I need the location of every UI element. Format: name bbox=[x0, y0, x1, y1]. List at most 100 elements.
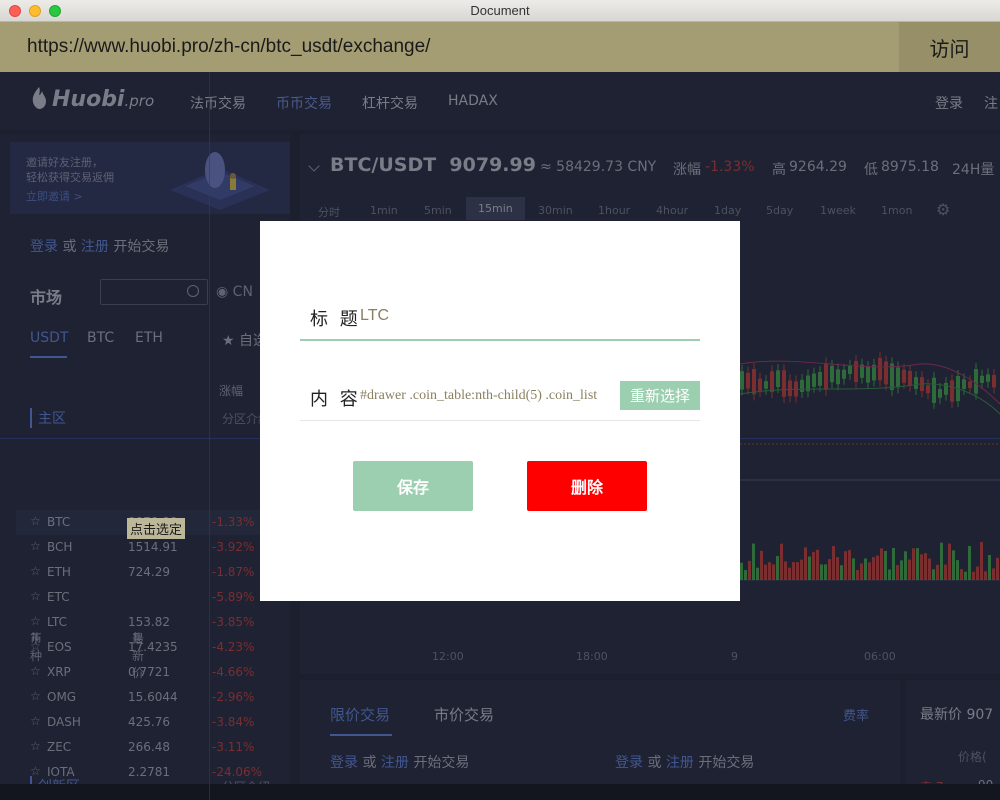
candle-body bbox=[758, 378, 762, 391]
coin-row-ltc[interactable]: ☆ LTC 153.82 -3.85% bbox=[16, 610, 290, 635]
buy-login-prompt: 登录 或 注册 开始交易 bbox=[330, 752, 469, 772]
fee-rate-link[interactable]: 费率 bbox=[843, 705, 869, 724]
candle-body bbox=[746, 372, 750, 389]
coin-name: ZEC bbox=[47, 740, 72, 754]
banner-invite-link[interactable]: 立即邀请 > bbox=[26, 188, 83, 204]
buy-or-text: 或 bbox=[362, 755, 377, 771]
volume-bar bbox=[904, 551, 907, 580]
interval-tab-1min[interactable]: 1min bbox=[370, 204, 398, 217]
cny-toggle[interactable]: ◉ CN bbox=[216, 284, 253, 300]
market-search-input[interactable] bbox=[100, 279, 208, 305]
sell-login-link[interactable]: 登录 bbox=[615, 755, 643, 771]
candle-body bbox=[950, 380, 954, 402]
favorite-star-icon[interactable]: ☆ bbox=[30, 739, 41, 753]
candle-body bbox=[824, 363, 828, 390]
content-field-value[interactable]: #drawer .coin_table:nth-child(5) .coin_l… bbox=[360, 388, 622, 404]
coin-change: -1.33% bbox=[212, 515, 255, 529]
select-tag-overlay[interactable]: 点击选定 bbox=[127, 518, 186, 539]
coin-row-eth[interactable]: ☆ ETH 724.29 -1.87% bbox=[16, 560, 290, 585]
coin-row-etc[interactable]: ☆ ETC -5.89% bbox=[16, 585, 290, 610]
favorite-star-icon[interactable]: ☆ bbox=[30, 639, 41, 653]
favorite-star-icon[interactable]: ☆ bbox=[30, 614, 41, 628]
nav-item-hadax[interactable]: HADAX bbox=[448, 93, 498, 109]
nav-register-link[interactable]: 注 bbox=[984, 93, 998, 113]
interval-tab-1week[interactable]: 1week bbox=[820, 204, 856, 217]
banner-illustration bbox=[170, 152, 270, 210]
favorite-star-icon[interactable]: ☆ bbox=[30, 564, 41, 578]
sell-start-text: 开始交易 bbox=[698, 755, 755, 771]
coin-price: 266.48 bbox=[128, 740, 170, 754]
address-bar: https://www.huobi.pro/zh-cn/btc_usdt/exc… bbox=[0, 22, 1000, 72]
ticker-high: 9264.29 bbox=[789, 159, 847, 175]
tab-limit-order[interactable]: 限价交易 bbox=[330, 704, 390, 725]
favorite-star-icon[interactable]: ☆ bbox=[30, 589, 41, 603]
save-button[interactable]: 保存 bbox=[353, 461, 473, 511]
tab-market-order[interactable]: 市价交易 bbox=[434, 704, 494, 725]
nav-item-margin[interactable]: 杠杆交易 bbox=[362, 93, 418, 113]
coin-row-omg[interactable]: ☆ OMG 15.6044 -2.96% bbox=[16, 685, 290, 710]
ticker-change: -1.33% bbox=[705, 159, 755, 175]
favorite-star-icon[interactable]: ☆ bbox=[30, 689, 41, 703]
coin-row-xrp[interactable]: ☆ XRP 0.7721 -4.66% bbox=[16, 660, 290, 685]
col-change-header[interactable]: 涨幅 bbox=[219, 382, 243, 399]
volume-bar bbox=[960, 569, 963, 580]
interval-tab-15min[interactable]: 15min bbox=[466, 197, 525, 220]
candle-body bbox=[866, 366, 870, 383]
ticker-cny: ≈ 58429.73 CNY bbox=[540, 159, 657, 175]
volume-bar bbox=[812, 551, 815, 580]
market-login-link[interactable]: 登录 bbox=[30, 239, 58, 255]
buy-register-link[interactable]: 注册 bbox=[381, 755, 409, 771]
gear-icon[interactable]: ⚙ bbox=[936, 200, 950, 219]
nav-login-link[interactable]: 登录 bbox=[935, 93, 963, 113]
buy-login-link[interactable]: 登录 bbox=[330, 755, 358, 771]
chevron-down-icon[interactable] bbox=[308, 160, 320, 172]
interval-tab-1day[interactable]: 1day bbox=[714, 204, 741, 217]
tab-eth[interactable]: ETH bbox=[135, 330, 163, 346]
tab-usdt[interactable]: USDT bbox=[30, 330, 68, 346]
interval-tab-5day[interactable]: 5day bbox=[766, 204, 793, 217]
favorite-star-icon[interactable]: ☆ bbox=[30, 514, 41, 528]
coin-name: BCH bbox=[47, 540, 73, 554]
coin-name: ETC bbox=[47, 590, 70, 604]
reselect-button[interactable]: 重新选择 bbox=[620, 381, 700, 410]
interval-tab-5min[interactable]: 5min bbox=[424, 204, 452, 217]
title-field-value[interactable]: LTC bbox=[360, 307, 389, 325]
candle-body bbox=[830, 365, 834, 383]
volume-bar bbox=[852, 558, 855, 580]
coin-row-zec[interactable]: ☆ ZEC 266.48 -3.11% bbox=[16, 735, 290, 760]
title-field[interactable]: 标 题 LTC bbox=[300, 299, 700, 341]
content-field[interactable]: 内 容 #drawer .coin_table:nth-child(5) .co… bbox=[300, 377, 700, 421]
volume-bar bbox=[752, 543, 755, 580]
volume-bar bbox=[864, 558, 867, 580]
sell-register-link[interactable]: 注册 bbox=[666, 755, 694, 771]
volume-bar bbox=[976, 566, 979, 580]
url-input[interactable]: https://www.huobi.pro/zh-cn/btc_usdt/exc… bbox=[27, 36, 430, 58]
volume-bar bbox=[884, 550, 887, 580]
volume-bar bbox=[740, 562, 743, 580]
interval-tab-30min[interactable]: 30min bbox=[538, 204, 573, 217]
delete-button[interactable]: 删除 bbox=[527, 461, 647, 511]
invite-banner[interactable]: 邀请好友注册， 轻松获得交易返佣 立即邀请 > bbox=[10, 142, 290, 214]
market-register-link[interactable]: 注册 bbox=[81, 239, 109, 255]
interval-tab-4hour[interactable]: 4hour bbox=[656, 204, 688, 217]
huobi-logo[interactable]: Huobi.pro bbox=[30, 86, 154, 112]
favorite-star-icon[interactable]: ☆ bbox=[30, 664, 41, 678]
window-title: Document bbox=[470, 3, 530, 18]
volume-bar bbox=[784, 561, 787, 580]
coin-row-eos[interactable]: ☆ EOS 17.4235 -4.23% bbox=[16, 635, 290, 660]
interval-tab-1hour[interactable]: 1hour bbox=[598, 204, 630, 217]
interval-tab-1mon[interactable]: 1mon bbox=[881, 204, 912, 217]
volume-bar bbox=[808, 556, 811, 580]
horizontal-scrollbar[interactable] bbox=[0, 784, 1000, 800]
nav-item-fiat[interactable]: 法币交易 bbox=[190, 93, 246, 113]
tab-btc[interactable]: BTC bbox=[87, 330, 114, 346]
coin-row-dash[interactable]: ☆ DASH 425.76 -3.84% bbox=[16, 710, 290, 735]
coin-name: XRP bbox=[47, 665, 71, 679]
candle-body bbox=[926, 385, 930, 394]
order-book-title: 最新价 907 bbox=[920, 707, 994, 723]
interval-tab-分时[interactable]: 分时 bbox=[318, 204, 340, 220]
visit-button[interactable]: 访问 bbox=[899, 22, 1000, 72]
nav-item-exchange[interactable]: 币币交易 bbox=[276, 93, 332, 113]
favorite-star-icon[interactable]: ☆ bbox=[30, 539, 41, 553]
favorite-star-icon[interactable]: ☆ bbox=[30, 714, 41, 728]
